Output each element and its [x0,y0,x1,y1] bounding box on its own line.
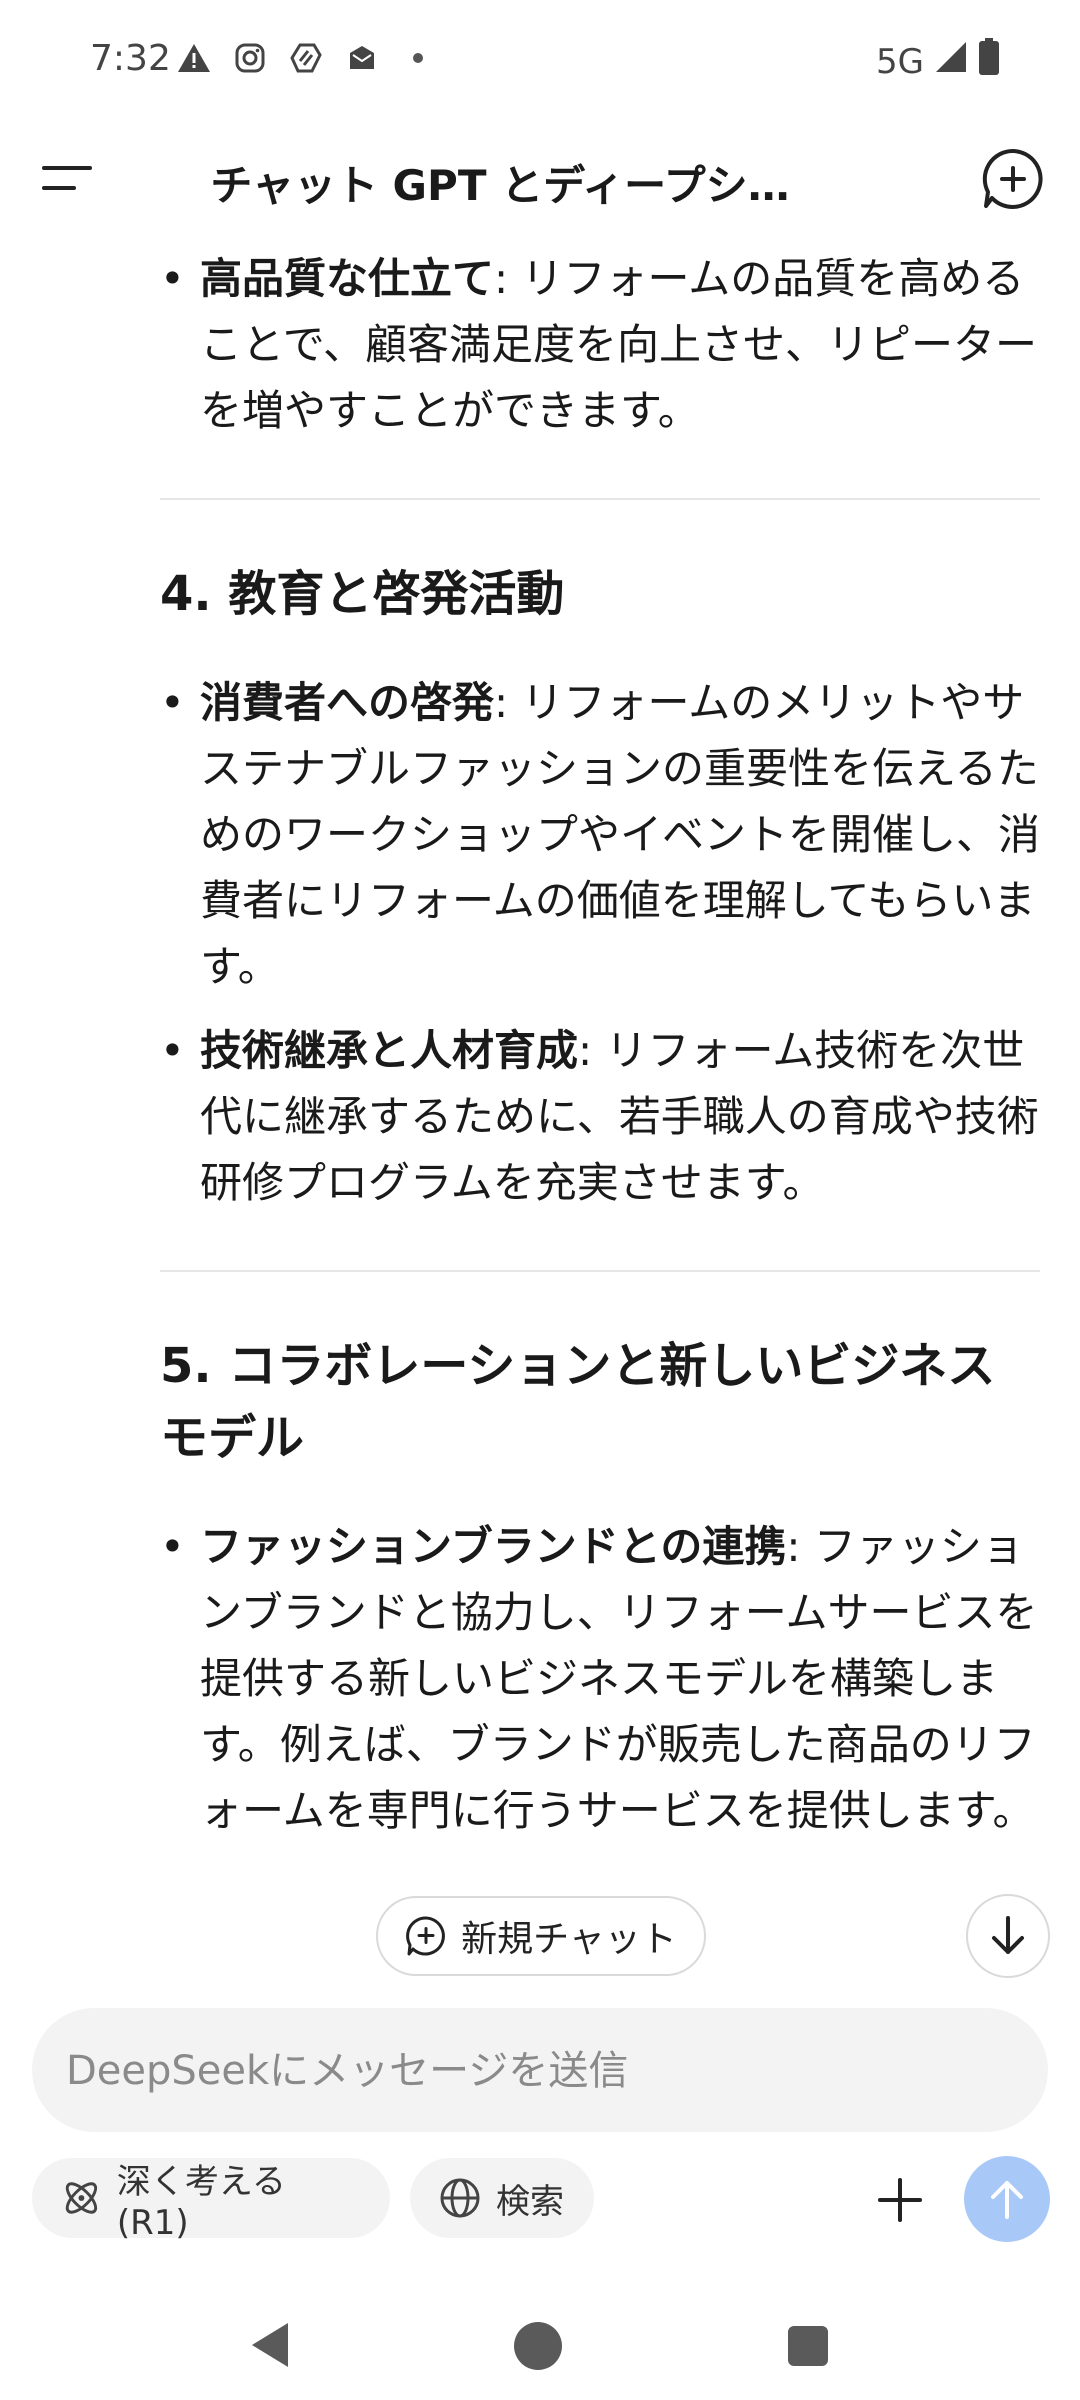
list-item: 高品質な仕立て: リフォームの品質を高めることで、顧客満足度を向上させ、リピータ… [160,246,1040,444]
divider [160,498,1040,500]
message-input[interactable] [64,2008,1018,2134]
vpn-icon [288,40,324,76]
search-toggle[interactable]: 検索 [410,2158,594,2238]
notification-icons [176,40,436,76]
section-heading: 5. コラボレーションと新しいビジネスモデル [160,1338,996,1466]
warning-icon [176,40,212,76]
message-composer [32,2008,1048,2134]
section-heading: 4. 教育と啓発活動 [160,566,565,622]
bullet-title: 技術継承と人材育成 [200,1026,579,1075]
status-time: 7:32 [90,38,171,79]
battery-icon [978,38,1000,85]
signal-icon [934,40,968,83]
list-item: 消費者への啓発: リフォームのメリットやサステナブルファッションの重要性を伝える… [160,670,1040,1000]
new-chat-button[interactable]: 新規チャット [376,1896,706,1976]
new-chat-icon [982,148,1043,209]
new-chat-icon [406,1916,446,1956]
attach-button[interactable] [868,2168,932,2232]
arrow-up-icon [991,2181,1023,2219]
chat-content[interactable]: 高品質な仕立て: リフォームの品質を高めることで、顧客満足度を向上させ、リピータ… [0,240,1080,1960]
list-item: ファッションブランドとの連携: ファッションブランドと協力し、リフォームサービス… [160,1514,1040,1844]
divider [160,1270,1040,1272]
globe-icon [440,2178,480,2218]
bullet-title: ファッションブランドとの連携 [200,1522,787,1571]
instagram-icon [232,40,268,76]
bullet-title: 消費者への啓発 [200,678,495,727]
status-bar: 7:32 5G [0,0,1080,120]
plus-icon [878,2178,922,2222]
bullet-title: 高品質な仕立て [200,254,495,303]
send-button[interactable] [964,2156,1050,2242]
deep-think-label: 深く考える (R1) [116,2161,286,2243]
recents-icon[interactable] [788,2326,828,2366]
mail-icon [344,40,380,76]
arrow-down-icon [992,1916,1024,1954]
chat-title[interactable]: チャット GPT とディープシ… [160,152,840,213]
search-label: 検索 [496,2181,564,2222]
assistant-message: 高品質な仕立て: リフォームの品質を高めることで、顧客満足度を向上させ、リピータ… [160,240,1040,1844]
chat-header: チャット GPT とディープシ… [0,120,1080,240]
status-right: 5G [876,38,1000,85]
dot-icon [400,40,436,76]
atom-icon [65,2182,98,2214]
list-item: 技術継承と人材育成: リフォーム技術を次世代に継承するために、若手職人の育成や技… [160,1018,1040,1216]
new-chat-label: 新規チャット [461,1919,677,1960]
deep-think-toggle[interactable]: 深く考える (R1) [32,2158,390,2243]
back-icon[interactable] [248,2320,292,2370]
home-icon[interactable] [514,2322,562,2370]
network-type: 5G [876,41,924,82]
scroll-to-bottom-button[interactable] [966,1894,1050,1978]
new-chat-header-button[interactable] [980,146,1046,212]
system-nav-bar [0,2290,1080,2400]
menu-icon [42,166,92,190]
menu-button[interactable] [36,156,100,204]
